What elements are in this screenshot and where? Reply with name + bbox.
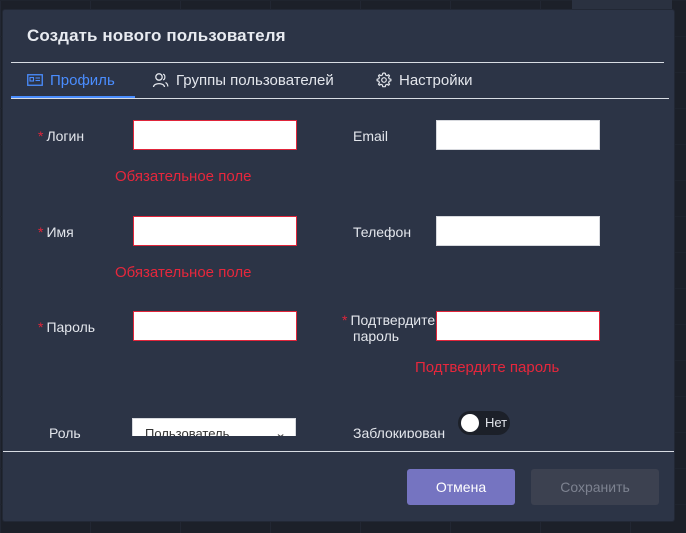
confirm-password-input[interactable]: [436, 311, 600, 341]
password-label: * Пароль: [38, 319, 96, 335]
role-label: Роль: [49, 425, 81, 438]
chevron-down-icon: ⌄: [274, 427, 287, 437]
confirm-password-error: Подтвердите пароль: [415, 359, 560, 376]
background-strip: [572, 0, 672, 10]
footer-divider: [3, 451, 674, 452]
required-asterisk: *: [38, 319, 44, 335]
tab-settings[interactable]: Настройки: [376, 69, 473, 91]
name-error: Обязательное поле: [115, 264, 252, 281]
dialog-title: Создать нового пользователя: [27, 26, 286, 45]
users-icon: [152, 72, 169, 88]
toggle-state-text: Нет: [485, 415, 508, 430]
cancel-button[interactable]: Отмена: [407, 469, 515, 505]
required-asterisk: *: [342, 312, 348, 328]
active-tab-indicator: [11, 96, 135, 98]
required-asterisk: *: [38, 128, 44, 144]
tabs-divider-bottom: [11, 98, 669, 99]
phone-input[interactable]: [436, 216, 600, 246]
email-label: Email: [353, 128, 389, 144]
login-label: * Логин: [38, 128, 85, 144]
save-button[interactable]: Сохранить: [531, 469, 659, 505]
name-input[interactable]: [133, 216, 297, 246]
tabs-divider-top: [11, 62, 664, 63]
tab-profile[interactable]: Профиль: [27, 69, 115, 91]
login-input[interactable]: [133, 120, 297, 150]
tab-user-groups-label: Группы пользователей: [176, 71, 334, 89]
name-label: * Имя: [38, 224, 74, 240]
role-select-value: Пользователь: [145, 425, 230, 437]
phone-label: Телефон: [353, 224, 412, 240]
blocked-toggle[interactable]: Нет: [458, 411, 510, 435]
email-input[interactable]: [436, 120, 600, 150]
gear-icon: [376, 72, 392, 88]
tab-user-groups[interactable]: Группы пользователей: [152, 69, 334, 91]
id-card-icon: [27, 74, 43, 86]
blocked-label: Заблокирован: [353, 425, 446, 438]
login-error: Обязательное поле: [115, 168, 252, 185]
tab-profile-label: Профиль: [50, 71, 115, 89]
toggle-knob: [461, 414, 479, 432]
confirm-password-label: * Подтвердите пароль: [342, 312, 436, 344]
role-select[interactable]: Пользователь ⌄: [132, 418, 298, 436]
password-input[interactable]: [133, 311, 297, 341]
required-asterisk: *: [38, 224, 44, 240]
tab-settings-label: Настройки: [399, 71, 473, 89]
create-user-dialog: Создать нового пользователя Профиль Груп…: [3, 10, 674, 521]
